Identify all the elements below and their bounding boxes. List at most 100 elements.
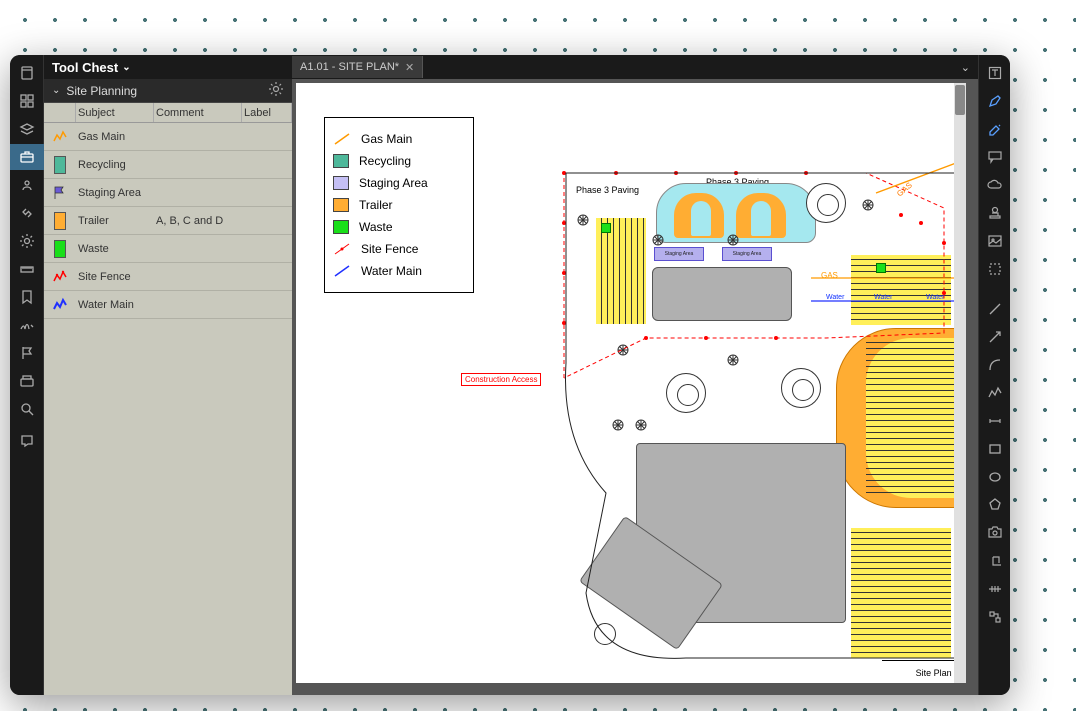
toolset-section[interactable]: ⌄ Site Planning [44,79,292,103]
main-area: A1.01 - SITE PLAN* ✕ ⌄ Gas MainRecycling… [292,55,978,695]
document-canvas[interactable]: Gas MainRecyclingStaging AreaTrailerWast… [296,83,966,683]
measurements-icon[interactable] [10,256,44,282]
tool-swatch [44,297,76,313]
count-tool-icon[interactable] [979,604,1010,630]
tool-row[interactable]: Waste [44,235,292,263]
image-tool-icon[interactable] [979,228,1010,254]
legend-row: Water Main [333,260,465,282]
polyline-tool-icon[interactable] [979,380,1010,406]
rectangle-tool-icon[interactable] [979,436,1010,462]
dimension-tool-icon[interactable] [979,408,1010,434]
gear-icon[interactable] [268,81,284,100]
staging-area: Staging Area [722,247,772,261]
tab-title: A1.01 - SITE PLAN* [300,61,399,73]
legend-row: Trailer [333,194,465,216]
flags-icon[interactable] [10,340,44,366]
water-label: Water [826,294,844,301]
tree-icon [611,418,625,432]
studio-icon[interactable] [10,428,44,454]
legend-label: Gas Main [361,132,412,146]
tool-swatch [44,185,76,201]
parking-lot [851,528,951,658]
file-access-icon[interactable] [10,60,44,86]
tool-chest-panel: Tool Chest ⌄ ⌄ Site Planning Subject Com… [44,55,292,695]
links-icon[interactable] [10,200,44,226]
col-subject[interactable]: Subject [76,103,154,122]
legend-row: Site Fence [333,238,465,260]
pen-tool-icon[interactable] [979,88,1010,114]
legend-label: Staging Area [359,176,428,190]
thumbnails-icon[interactable] [10,88,44,114]
legend-row: Waste [333,216,465,238]
tool-row[interactable]: Gas Main [44,123,292,151]
tree-icon [726,233,740,247]
tool-row[interactable]: Recycling [44,151,292,179]
tool-subject: Trailer [76,215,154,227]
panel-title: Tool Chest [52,60,118,75]
snapshot-tool-icon[interactable] [979,520,1010,546]
highlight-tool-icon[interactable] [979,116,1010,142]
app-window: Tool Chest ⌄ ⌄ Site Planning Subject Com… [10,55,1010,695]
stamp-tool-icon[interactable] [979,200,1010,226]
tool-table: Subject Comment Label Gas Main Recycling… [44,103,292,695]
legend-box: Gas MainRecyclingStaging AreaTrailerWast… [324,117,474,293]
text-tool-icon[interactable] [979,60,1010,86]
col-label[interactable]: Label [242,103,292,122]
water-label: Water [874,294,892,301]
roundabout [806,183,846,223]
signatures-icon[interactable] [10,312,44,338]
document-tab[interactable]: A1.01 - SITE PLAN* ✕ [292,56,423,78]
parking-lot [851,255,951,325]
tool-row[interactable]: Site Fence [44,263,292,291]
sheet-title: Site Plan [916,668,952,678]
hyperlink-tool-icon[interactable] [979,548,1010,574]
panel-header[interactable]: Tool Chest ⌄ [44,55,292,79]
water-label: Water [926,294,944,301]
bookmarks-icon[interactable] [10,284,44,310]
chevron-down-icon: ⌄ [122,62,130,73]
table-header: Subject Comment Label [44,103,292,123]
layers-icon[interactable] [10,116,44,142]
legend-label: Waste [359,220,393,234]
arc-tool-icon[interactable] [979,352,1010,378]
compass-icon [594,623,616,645]
tree-icon [726,353,740,367]
tool-subject: Site Fence [76,271,154,283]
erase-tool-icon[interactable] [979,576,1010,602]
vertical-scrollbar[interactable] [954,83,966,683]
tab-dropdown[interactable]: ⌄ [953,61,978,74]
tool-subject: Water Main [76,299,154,311]
tree-icon [634,418,648,432]
tool-subject: Gas Main [76,131,154,143]
canvas-area[interactable]: Gas MainRecyclingStaging AreaTrailerWast… [292,79,978,695]
sets-icon[interactable] [10,368,44,394]
tool-comment: A, B, C and D [154,215,242,227]
tool-row[interactable]: Trailer A, B, C and D [44,207,292,235]
building [652,267,792,321]
search-icon[interactable] [10,396,44,422]
crop-tool-icon[interactable] [979,256,1010,282]
arrow-tool-icon[interactable] [979,324,1010,350]
tool-row[interactable]: Staging Area [44,179,292,207]
col-comment[interactable]: Comment [154,103,242,122]
tab-bar: A1.01 - SITE PLAN* ✕ ⌄ [292,55,978,79]
legend-label: Site Fence [361,242,418,256]
tool-swatch [44,129,76,145]
line-tool-icon[interactable] [979,296,1010,322]
tool-chest-icon[interactable] [10,144,44,170]
ellipse-tool-icon[interactable] [979,464,1010,490]
cloud-tool-icon[interactable] [979,172,1010,198]
polygon-tool-icon[interactable] [979,492,1010,518]
callout-tool-icon[interactable] [979,144,1010,170]
properties-icon[interactable] [10,228,44,254]
spaces-icon[interactable] [10,172,44,198]
parking-lot [866,338,956,498]
close-icon[interactable]: ✕ [405,61,414,74]
section-title: Site Planning [66,84,137,98]
tool-swatch [44,156,76,174]
parking-lot [596,218,646,324]
tool-row[interactable]: Water Main [44,291,292,319]
roundabout [666,373,706,413]
tree-icon [616,343,630,357]
tool-subject: Recycling [76,159,154,171]
